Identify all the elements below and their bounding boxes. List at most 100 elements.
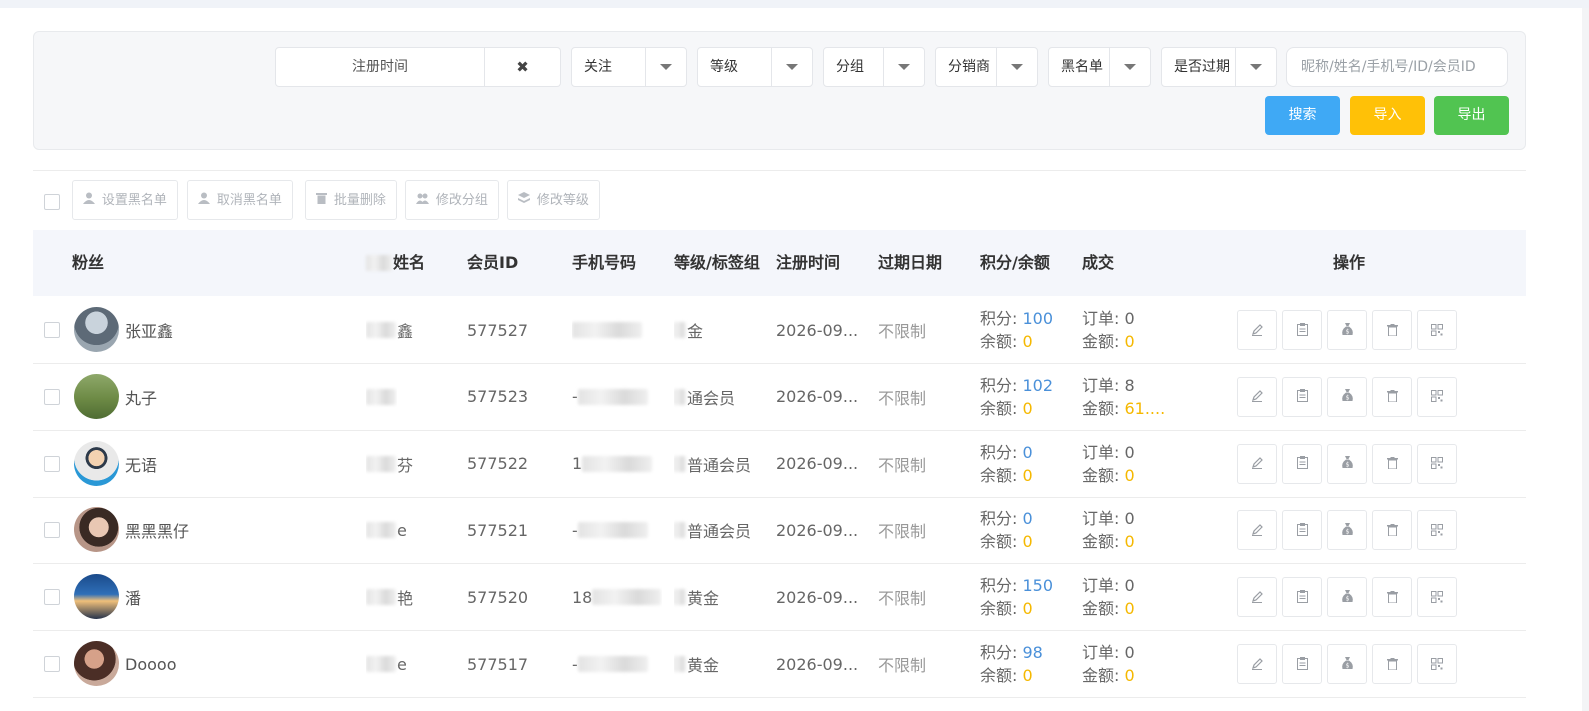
- redacted-mask: [366, 522, 396, 539]
- batch-delete-button[interactable]: 批量删除: [305, 180, 397, 220]
- recharge-button[interactable]: $: [1327, 510, 1367, 551]
- points-label: 积分:: [980, 375, 1023, 395]
- edit-button[interactable]: [1237, 577, 1277, 618]
- redacted-mask: [366, 589, 396, 606]
- money-bag-icon: $: [1341, 454, 1354, 473]
- phone: 18: [572, 564, 662, 630]
- phone: -: [572, 364, 662, 430]
- phone-mask: [577, 388, 648, 405]
- points-line: 积分: 0: [980, 441, 1033, 464]
- recharge-button[interactable]: $: [1327, 443, 1367, 484]
- search-button[interactable]: 搜索: [1265, 96, 1340, 135]
- recharge-button[interactable]: $: [1327, 376, 1367, 417]
- group-select[interactable]: 分组: [823, 47, 925, 87]
- qrcode-button[interactable]: [1417, 443, 1457, 484]
- balance-value: 0: [1022, 398, 1033, 418]
- svg-text:$: $: [1345, 395, 1349, 402]
- detail-button[interactable]: [1282, 577, 1322, 618]
- fan-nickname: 黑黑黑仔: [125, 522, 190, 542]
- qrcode-button[interactable]: [1417, 644, 1457, 684]
- balance-label: 余额:: [980, 599, 1023, 619]
- delete-button[interactable]: [1372, 644, 1412, 684]
- col-level: 等级/标签组: [674, 253, 760, 272]
- level-select[interactable]: 等级: [697, 47, 813, 87]
- points-balance: 积分: 98 余额: 0: [980, 631, 1043, 697]
- redacted-mask: [674, 322, 686, 338]
- delete-button[interactable]: [1372, 443, 1412, 484]
- col-reg-time: 注册时间: [776, 253, 841, 272]
- detail-button[interactable]: [1282, 310, 1322, 350]
- orders-label: 订单:: [1082, 375, 1125, 395]
- register-time: 2026-09...: [776, 320, 859, 340]
- table-row: 无语 芬 577522 1 普通会员 2026-09... 不限制 积分: 0 …: [33, 431, 1526, 498]
- expired-select[interactable]: 是否过期: [1161, 47, 1277, 87]
- edit-button[interactable]: [1237, 376, 1277, 417]
- edit-icon: [1251, 387, 1263, 406]
- real-name: 芬: [366, 431, 413, 497]
- edit-button[interactable]: [1237, 310, 1277, 350]
- row-checkbox[interactable]: [44, 322, 60, 338]
- col-member-id: 会员ID: [467, 253, 519, 272]
- orders-label: 订单:: [1082, 509, 1125, 529]
- recharge-button[interactable]: $: [1327, 644, 1367, 684]
- clipboard-icon: [1296, 321, 1308, 340]
- row-checkbox[interactable]: [44, 455, 60, 472]
- row-checkbox[interactable]: [44, 522, 60, 539]
- detail-button[interactable]: [1282, 376, 1322, 417]
- detail-button[interactable]: [1282, 644, 1322, 684]
- table-row: 潘 艳 577520 18 黄金 2026-09... 不限制 积分: 150 …: [33, 564, 1526, 632]
- balance-line: 余额: 0: [980, 330, 1033, 353]
- redacted-mask: [674, 589, 686, 606]
- qrcode-button[interactable]: [1417, 510, 1457, 551]
- change-group-button[interactable]: 修改分组: [405, 180, 499, 220]
- recharge-button[interactable]: $: [1327, 310, 1367, 350]
- level-text: 黄金: [687, 589, 720, 609]
- orders-line: 订单: 0: [1082, 441, 1135, 464]
- cancel-blacklist-button[interactable]: 取消黑名单: [187, 180, 293, 220]
- qrcode-button[interactable]: [1417, 577, 1457, 618]
- follow-select[interactable]: 关注: [571, 47, 687, 87]
- name-text: 鑫: [397, 322, 414, 341]
- blacklist-select[interactable]: 黑名单: [1048, 47, 1151, 87]
- expire-date: 不限制: [878, 388, 927, 408]
- row-checkbox[interactable]: [44, 388, 60, 405]
- edit-button[interactable]: [1237, 510, 1277, 551]
- change-level-button[interactable]: 修改等级: [507, 180, 600, 220]
- level-text: 通会员: [687, 388, 736, 408]
- detail-button[interactable]: [1282, 443, 1322, 484]
- phone: 1: [572, 431, 662, 497]
- register-date-picker[interactable]: 注册时间: [275, 47, 485, 87]
- recharge-button[interactable]: $: [1327, 577, 1367, 618]
- table-header: 粉丝 姓名 会员ID 手机号码 等级/标签组 注册时间 过期日期 积分/余额 成…: [33, 230, 1526, 296]
- balance-line: 余额: 0: [980, 530, 1033, 553]
- scrollbar[interactable]: [1582, 8, 1589, 711]
- row-checkbox[interactable]: [44, 656, 60, 672]
- points-value: 100: [1022, 309, 1054, 328]
- clipboard-icon: [1296, 588, 1308, 607]
- clear-date-button[interactable]: ✖: [485, 47, 561, 87]
- search-input[interactable]: 昵称/姓名/手机号/ID/会员ID: [1286, 47, 1508, 87]
- svg-text:$: $: [1345, 595, 1349, 602]
- qrcode-icon: [1431, 588, 1443, 607]
- distributor-select[interactable]: 分销商: [935, 47, 1038, 87]
- delete-button[interactable]: [1372, 310, 1412, 350]
- phone-mask: [592, 589, 661, 606]
- edit-button[interactable]: [1237, 443, 1277, 484]
- qrcode-button[interactable]: [1417, 376, 1457, 417]
- set-blacklist-button[interactable]: 设置黑名单: [72, 180, 178, 220]
- phone-text: 1: [572, 454, 583, 474]
- amount-value: 0: [1124, 465, 1135, 485]
- row-checkbox[interactable]: [44, 589, 60, 606]
- qrcode-button[interactable]: [1417, 310, 1457, 350]
- delete-button[interactable]: [1372, 376, 1412, 417]
- export-button[interactable]: 导出: [1434, 96, 1509, 135]
- detail-button[interactable]: [1282, 510, 1322, 551]
- select-all-checkbox[interactable]: [44, 194, 60, 210]
- delete-button[interactable]: [1372, 577, 1412, 618]
- phone-mask: [577, 656, 648, 672]
- edit-button[interactable]: [1237, 644, 1277, 684]
- orders-label: 订单:: [1082, 309, 1125, 328]
- points-line: 积分: 98: [980, 641, 1043, 664]
- delete-button[interactable]: [1372, 510, 1412, 551]
- import-button[interactable]: 导入: [1350, 96, 1425, 135]
